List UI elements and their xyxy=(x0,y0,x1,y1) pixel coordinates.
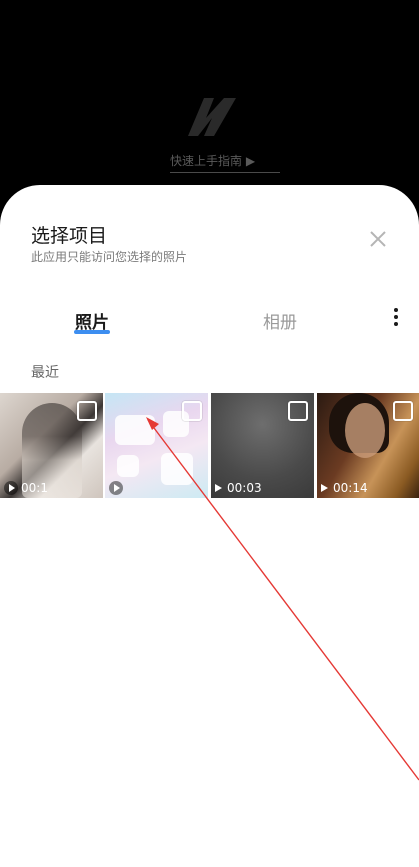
select-checkbox[interactable] xyxy=(288,401,308,421)
video-duration: 00:14 xyxy=(333,481,368,495)
tab-albums[interactable]: 相册 xyxy=(263,308,297,333)
thumbnail-detail xyxy=(345,403,385,458)
more-vertical-icon[interactable] xyxy=(392,308,400,330)
play-icon xyxy=(215,484,222,492)
sheet-title: 选择项目 xyxy=(31,225,108,247)
select-checkbox[interactable] xyxy=(393,401,413,421)
video-duration-badge: 00:1 xyxy=(4,481,48,495)
play-icon xyxy=(109,481,123,495)
thumbnail-detail xyxy=(161,453,193,485)
video-duration: 00:03 xyxy=(227,481,262,495)
media-item-2[interactable] xyxy=(105,393,208,498)
media-item-4[interactable]: 00:14 xyxy=(317,393,419,498)
close-icon[interactable] xyxy=(366,227,390,251)
video-duration-badge: 00:03 xyxy=(215,481,262,495)
select-checkbox[interactable] xyxy=(182,401,202,421)
tab-photos-indicator xyxy=(74,330,110,334)
sheet-subtitle: 此应用只能访问您选择的照片 xyxy=(31,250,188,264)
quick-start-guide-link[interactable]: 快速上手指南 ▶ xyxy=(170,152,280,173)
thumbnail-detail xyxy=(117,455,139,477)
video-duration-badge: 00:14 xyxy=(321,481,368,495)
n-logo-icon xyxy=(188,98,236,136)
photo-picker-sheet: 选择项目 此应用只能访问您选择的照片 照片 相册 最近 00:1 00:03 0… xyxy=(0,185,419,867)
media-item-1[interactable]: 00:1 xyxy=(0,393,103,498)
select-checkbox[interactable] xyxy=(77,401,97,421)
video-duration-badge xyxy=(109,481,126,495)
thumbnail-image xyxy=(115,415,155,445)
recent-section-label: 最近 xyxy=(31,365,59,381)
video-duration: 00:1 xyxy=(21,481,48,495)
media-grid: 00:1 00:03 00:14 xyxy=(0,393,419,498)
app-backdrop: 快速上手指南 ▶ xyxy=(0,0,419,185)
play-icon xyxy=(4,481,18,495)
play-icon xyxy=(321,484,328,492)
media-item-3[interactable]: 00:03 xyxy=(211,393,314,498)
